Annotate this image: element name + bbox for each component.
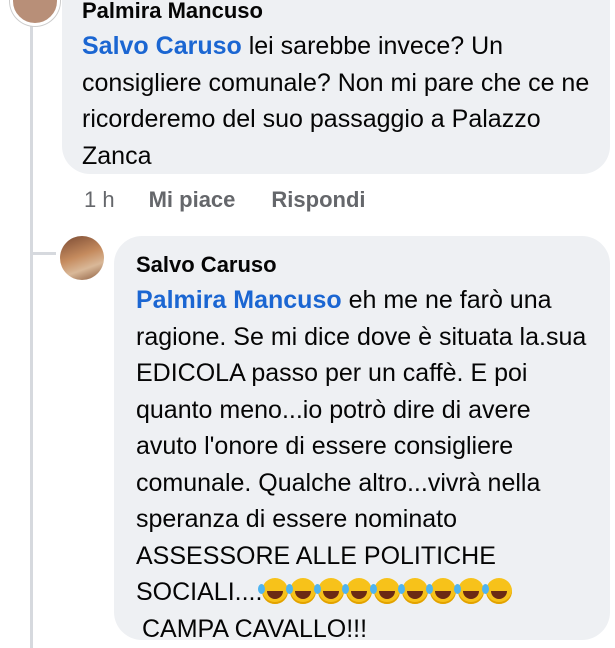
laughing-emoji-icon bbox=[286, 578, 317, 604]
timestamp[interactable]: 1 h bbox=[84, 187, 115, 213]
mention-link[interactable]: Salvo Caruso bbox=[82, 32, 242, 60]
laughing-emoji-icon bbox=[258, 578, 289, 604]
comment-bubble-1: Palmira Mancuso Salvo Caruso lei sarebbe… bbox=[62, 0, 610, 174]
laughing-emoji-group bbox=[258, 578, 514, 606]
like-button[interactable]: Mi piace bbox=[149, 187, 236, 213]
thread-line-branch bbox=[30, 252, 56, 255]
comment-tail: CAMPA CAVALLO!!! bbox=[142, 614, 368, 643]
comment-body: eh me ne farò una ragione. Se mi dice do… bbox=[136, 286, 587, 606]
laughing-emoji-icon bbox=[370, 578, 401, 604]
comment-text: Salvo Caruso lei sarebbe invece? Un cons… bbox=[82, 28, 590, 174]
laughing-emoji-icon bbox=[398, 578, 429, 604]
laughing-emoji-icon bbox=[454, 578, 485, 604]
laughing-emoji-icon bbox=[426, 578, 457, 604]
mention-link[interactable]: Palmira Mancuso bbox=[136, 286, 342, 314]
comment-author[interactable]: Palmira Mancuso bbox=[82, 0, 590, 24]
avatar[interactable] bbox=[60, 236, 104, 280]
thread-line-vertical bbox=[30, 20, 33, 648]
laughing-emoji-icon bbox=[342, 578, 373, 604]
laughing-emoji-icon bbox=[482, 578, 513, 604]
comment-text: Palmira Mancuso eh me ne farò una ragion… bbox=[136, 282, 598, 647]
laughing-emoji-icon bbox=[314, 578, 345, 604]
comment-bubble-2: Salvo Caruso Palmira Mancuso eh me ne fa… bbox=[114, 236, 610, 643]
reply-button[interactable]: Rispondi bbox=[271, 187, 365, 213]
comment-actions: 1 h Mi piace Rispondi bbox=[84, 187, 366, 213]
avatar[interactable] bbox=[10, 0, 60, 26]
comment-author[interactable]: Salvo Caruso bbox=[136, 252, 598, 278]
